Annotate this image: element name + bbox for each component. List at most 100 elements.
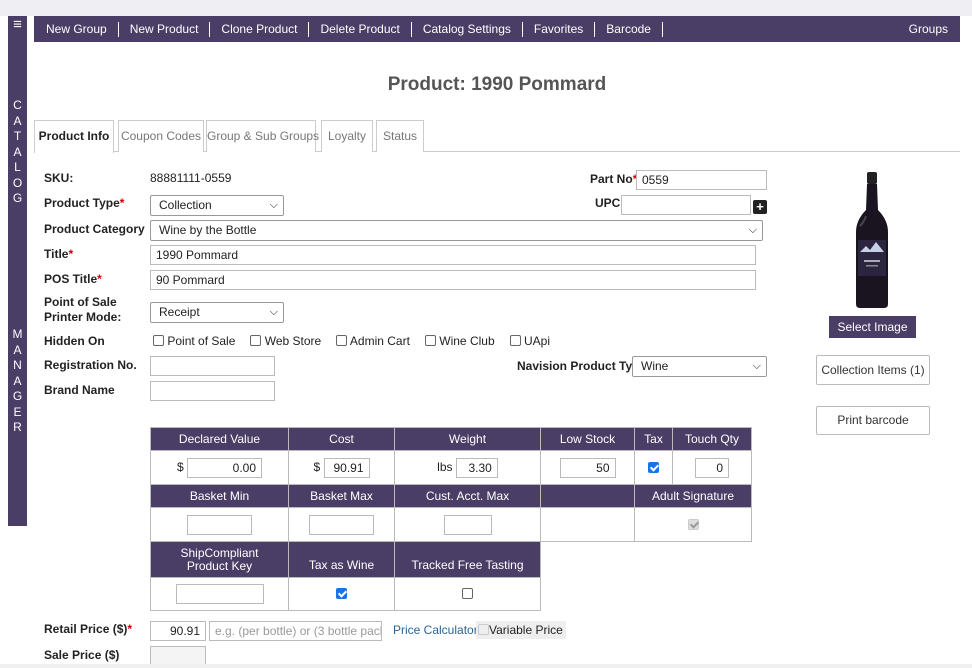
sidebar-label-manager: MANAGER (8, 327, 27, 436)
clone-product-button[interactable]: Clone Product (210, 21, 310, 37)
favorites-button[interactable]: Favorites (523, 21, 596, 37)
registration-input[interactable] (150, 356, 275, 376)
sku-label: SKU: (44, 171, 74, 185)
adult-signature-checkbox[interactable] (687, 518, 699, 530)
cost-input[interactable]: 90.91 (323, 457, 370, 478)
checkbox-icon[interactable] (509, 335, 521, 346)
upc-input[interactable] (621, 195, 751, 215)
catalog-letter: O (12, 175, 23, 190)
tab-group-sub-groups[interactable]: Group & Sub Groups (206, 120, 319, 152)
tab-loyalty[interactable]: Loyalty (321, 120, 373, 152)
groups-button[interactable]: Groups (909, 22, 960, 36)
catalog-settings-button[interactable]: Catalog Settings (412, 21, 523, 37)
cust-acct-max-cell (394, 507, 541, 542)
pos-title-label: POS Title* (44, 272, 102, 286)
tracked-free-tasting-header: Tracked Free Tasting (394, 541, 541, 578)
sidebar-label-catalog: CATALOG (8, 98, 27, 207)
cust-acct-max-header: Cust. Acct. Max (394, 484, 541, 508)
top-nav-bar: New Group New Product Clone Product Dele… (34, 16, 960, 42)
title-input[interactable]: 1990 Pommard (150, 245, 756, 265)
tax-cell (634, 450, 673, 485)
empty-cell (672, 577, 752, 611)
manager-letter: M (12, 327, 23, 341)
brand-name-input[interactable] (150, 381, 275, 401)
adult-signature-header: Adult Signature (634, 484, 752, 508)
basket-min-input[interactable] (187, 514, 252, 535)
retail-price-note-input[interactable]: e.g. (per bottle) or (3 bottle pack) (209, 621, 382, 641)
printer-mode-select[interactable]: Receipt ⌵ (150, 302, 284, 323)
empty-cell (672, 541, 752, 578)
touch-qty-header: Touch Qty (672, 427, 752, 451)
catalog-manager-sidebar[interactable]: ≡ CATALOG MANAGER (8, 16, 27, 526)
tracked-free-tasting-checkbox[interactable] (462, 588, 473, 599)
cust-acct-max-input[interactable] (443, 514, 492, 535)
print-barcode-button[interactable]: Print barcode (816, 406, 930, 435)
hidden-on-options: Point of Sale Web Store Admin Cart Wine … (153, 334, 565, 348)
hidden-on-pos-checkbox[interactable]: Point of Sale (153, 334, 235, 348)
retail-price-input[interactable]: 90.91 (150, 621, 206, 641)
hidden-on-uapi-checkbox[interactable]: UApi (509, 334, 550, 348)
shipcompliant-key-cell (150, 577, 289, 611)
hamburger-menu-icon[interactable]: ≡ (8, 17, 27, 33)
barcode-button[interactable]: Barcode (595, 21, 663, 37)
touch-qty-input[interactable]: 0 (695, 457, 729, 478)
empty-cell (634, 577, 673, 611)
upc-label: UPC (595, 196, 621, 210)
basket-max-input[interactable] (309, 514, 374, 535)
touch-qty-cell: 0 (672, 450, 752, 485)
basket-max-header: Basket Max (288, 484, 395, 508)
part-no-label: Part No* (590, 172, 637, 186)
part-no-input[interactable]: 0559 (636, 170, 767, 190)
tax-as-wine-checkbox[interactable] (336, 588, 347, 599)
pos-title-input[interactable]: 90 Pommard (150, 270, 756, 290)
manager-letter: A (13, 342, 22, 357)
tax-checkbox[interactable] (648, 461, 659, 473)
printer-mode-label: Point of Sale Printer Mode: (44, 295, 122, 324)
basket-min-header: Basket Min (150, 484, 289, 508)
add-upc-icon[interactable]: + (753, 200, 767, 214)
navision-type-select[interactable]: Wine ⌵ (632, 356, 767, 377)
delete-product-button[interactable]: Delete Product (309, 21, 412, 37)
weight-input[interactable]: 3.30 (455, 457, 498, 478)
checkbox-icon[interactable] (250, 335, 262, 346)
low-stock-input[interactable]: 50 (559, 457, 616, 478)
hidden-on-admin-cart-checkbox[interactable]: Admin Cart (336, 334, 410, 348)
title-label: Title* (44, 247, 74, 261)
low-stock-cell: 50 (540, 450, 635, 485)
page-title: Product: 1990 Pommard (387, 74, 607, 95)
product-category-label: Product Category (44, 222, 145, 236)
blank-header (540, 484, 635, 508)
price-calculator-link[interactable]: Price Calculator (393, 623, 478, 637)
manager-letter: G (12, 389, 23, 403)
new-product-button[interactable]: New Product (119, 21, 211, 37)
declared-value-input[interactable]: 0.00 (187, 457, 263, 478)
shipcompliant-key-input[interactable] (175, 584, 264, 604)
hidden-on-webstore-checkbox[interactable]: Web Store (250, 334, 321, 348)
collection-items-button[interactable]: Collection Items (1) (816, 355, 930, 385)
chevron-down-icon: ⌵ (269, 306, 278, 318)
product-tabs: Product Info Coupon Codes Group & Sub Gr… (34, 120, 960, 153)
tab-coupon-codes[interactable]: Coupon Codes (118, 120, 204, 152)
chevron-down-icon: ⌵ (752, 360, 761, 372)
manager-letter: A (13, 373, 22, 388)
cost-cell: $ 90.91 (288, 450, 395, 485)
catalog-letter: C (13, 98, 22, 112)
select-image-button[interactable]: Select Image (829, 316, 916, 338)
sale-price-input[interactable] (150, 646, 206, 666)
chevron-down-icon: ⌵ (748, 224, 757, 236)
browser-bottom-strip (0, 664, 972, 668)
product-type-select[interactable]: Collection ⌵ (150, 195, 284, 216)
basket-min-cell (150, 507, 289, 542)
tab-status[interactable]: Status (376, 120, 424, 152)
sku-value: 88881111-0559 (150, 171, 232, 185)
tax-header: Tax (634, 427, 673, 451)
checkbox-icon[interactable] (424, 335, 436, 346)
hidden-on-wine-club-checkbox[interactable]: Wine Club (424, 334, 495, 348)
variable-price-option[interactable]: Variable Price (476, 621, 566, 639)
product-category-select[interactable]: Wine by the Bottle ⌵ (150, 220, 763, 241)
variable-price-checkbox[interactable] (478, 624, 489, 635)
tab-product-info[interactable]: Product Info (34, 120, 114, 153)
new-group-button[interactable]: New Group (34, 21, 119, 37)
checkbox-icon[interactable] (153, 335, 164, 346)
checkbox-icon[interactable] (336, 335, 348, 346)
